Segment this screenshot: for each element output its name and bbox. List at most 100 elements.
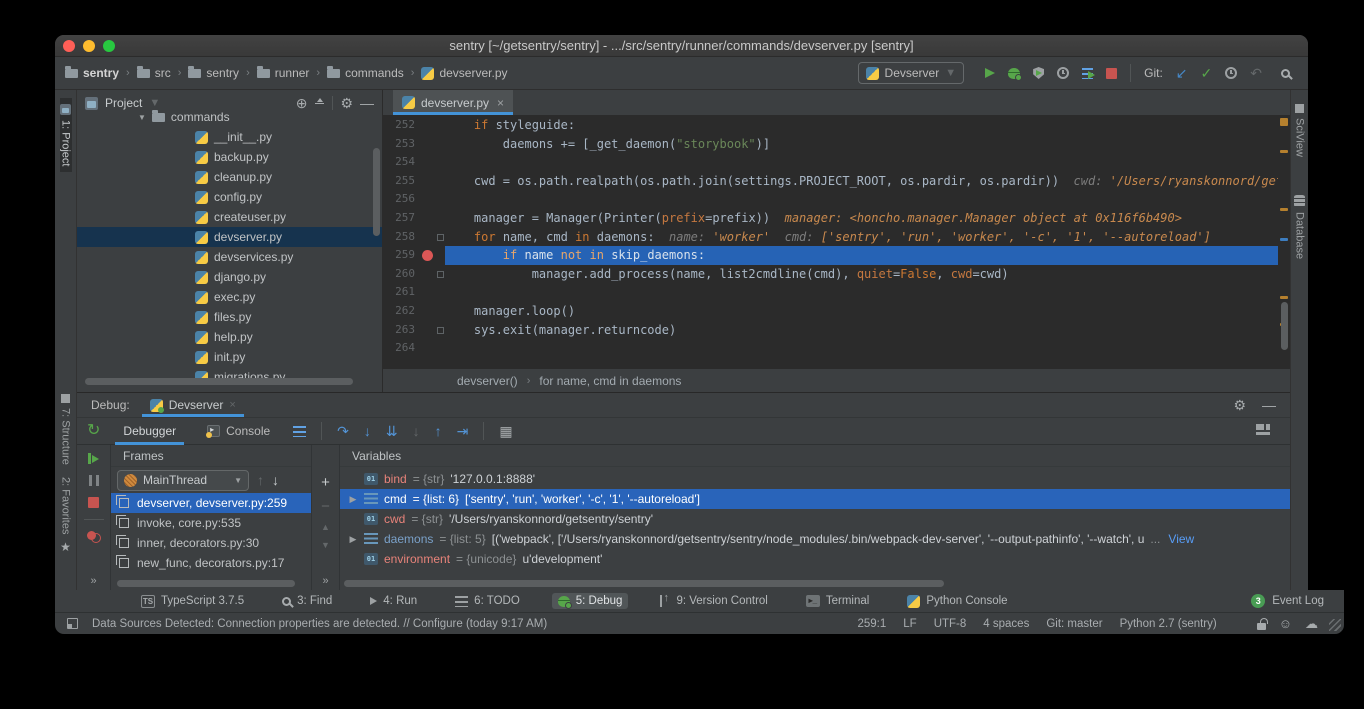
tree-row-file[interactable]: django.py [77, 267, 382, 287]
code-line[interactable]: 262 manager.loop() [383, 302, 1278, 321]
change-marker[interactable] [1280, 296, 1288, 299]
rerun-icon[interactable]: ↻ [87, 423, 100, 439]
variable-row[interactable]: 01cwd = {str} '/Users/ryanskonnord/getse… [340, 509, 1290, 529]
step-into-icon[interactable]: ↓ [364, 424, 371, 438]
project-vertical-scrollbar[interactable] [373, 148, 380, 236]
code-line[interactable]: 258 for name, cmd in daemons: name: 'wor… [383, 228, 1278, 247]
fold-marker[interactable] [437, 234, 444, 241]
tool-window-button-todo[interactable]: 6: TODO [449, 593, 526, 609]
code-line[interactable]: 263 sys.exit(manager.returncode) [383, 321, 1278, 340]
gutter[interactable]: 254 [383, 153, 445, 172]
more-icon[interactable]: » [322, 575, 328, 587]
thread-selector[interactable]: MainThread ▼ [117, 470, 249, 491]
breadcrumb-item[interactable]: src [137, 66, 171, 80]
expand-arrow-icon[interactable]: ▶ [348, 534, 358, 545]
profiler-button[interactable] [1057, 67, 1069, 79]
tree-row-file[interactable]: config.py [77, 187, 382, 207]
toggle-tool-windows-icon[interactable] [67, 618, 78, 629]
status-line-ending[interactable]: LF [903, 618, 916, 630]
close-icon[interactable]: × [229, 400, 235, 411]
tool-tab-sciview[interactable]: SciView [1294, 98, 1306, 163]
tree-row-file[interactable]: files.py [77, 307, 382, 327]
variables-horizontal-scrollbar[interactable] [344, 580, 944, 587]
code-line[interactable]: 264 [383, 339, 1278, 358]
tool-window-button-vcs[interactable]: 9: Version Control [654, 593, 773, 609]
title-bar[interactable]: sentry [~/getsentry/sentry] - .../src/se… [55, 35, 1308, 57]
breadcrumb-statement[interactable]: for name, cmd in daemons [539, 374, 681, 388]
evaluate-expression-icon[interactable]: ▦ [499, 424, 512, 438]
gutter[interactable]: 262 [383, 302, 445, 321]
status-indent-style[interactable]: 4 spaces [983, 618, 1029, 630]
run-configuration-select[interactable]: Devserver ▼ [858, 62, 965, 84]
tree-row-folder[interactable]: ▼commands [77, 107, 382, 127]
git-commit-icon[interactable]: ✓ [1201, 66, 1213, 80]
view-breakpoints-icon[interactable] [87, 531, 101, 543]
gear-icon[interactable]: ⚙ [1233, 398, 1246, 412]
editor-tab-devserver[interactable]: devserver.py × [393, 90, 513, 115]
frame-row[interactable]: new_func, decorators.py:17 [111, 553, 311, 573]
code-line[interactable]: 260 manager.add_process(name, list2cmdli… [383, 265, 1278, 284]
step-out-icon[interactable]: ↑ [435, 424, 442, 438]
tree-row-file[interactable]: help.py [77, 327, 382, 347]
hide-panel-icon[interactable]: — [1262, 398, 1276, 412]
frame-row[interactable]: invoke, core.py:535 [111, 513, 311, 533]
change-marker[interactable] [1280, 118, 1288, 126]
frame-up-icon[interactable]: ↑ [257, 473, 264, 487]
change-marker[interactable] [1280, 150, 1288, 153]
code-line[interactable]: 256 [383, 190, 1278, 209]
frame-row[interactable]: inner, decorators.py:30 [111, 533, 311, 553]
change-marker[interactable] [1280, 238, 1288, 241]
tool-tab-project[interactable]: 1: Project [60, 98, 72, 172]
debug-button[interactable] [1008, 68, 1020, 79]
gutter[interactable]: 264 [383, 339, 445, 358]
run-button[interactable] [985, 68, 995, 78]
tool-window-button-terminal[interactable]: ▸_Terminal [800, 593, 875, 609]
gutter[interactable]: 256 [383, 190, 445, 209]
run-to-cursor-icon[interactable]: ⇥ [457, 424, 469, 438]
gutter[interactable]: 258 [383, 228, 445, 247]
resize-grip[interactable] [1329, 619, 1341, 631]
variable-row[interactable]: 01bind = {str} '127.0.0.1:8888' [340, 469, 1290, 489]
stop-button[interactable] [1106, 68, 1117, 79]
tree-row-file[interactable]: __init__.py [77, 127, 382, 147]
status-git-branch[interactable]: Git: master [1046, 618, 1102, 630]
force-step-into-icon[interactable]: ⇊ [386, 424, 398, 438]
status-caret-position[interactable]: 259:1 [858, 618, 887, 630]
variable-row[interactable]: 01environment = {unicode} u'development' [340, 549, 1290, 569]
tree-row-file[interactable]: init.py [77, 347, 382, 367]
status-interpreter[interactable]: Python 2.7 (sentry) [1120, 618, 1217, 630]
close-icon[interactable]: × [497, 96, 504, 110]
gutter[interactable]: 253 [383, 135, 445, 154]
breadcrumb-item[interactable]: commands [327, 66, 404, 80]
tree-row-file[interactable]: createuser.py [77, 207, 382, 227]
code-editor[interactable]: 252 if styleguide:253 daemons += [_get_d… [383, 116, 1290, 368]
breadcrumb-item[interactable]: sentry [188, 66, 239, 80]
gutter[interactable]: 255 [383, 172, 445, 191]
notifications-icon[interactable]: ☁ [1305, 617, 1318, 630]
tree-row-file[interactable]: devserver.py [77, 227, 382, 247]
breadcrumb-item[interactable]: devserver.py [421, 66, 507, 80]
tool-window-button-ts[interactable]: TSTypeScript 3.7.5 [135, 593, 250, 610]
step-over-icon[interactable]: ↷ [337, 424, 349, 438]
editor-error-stripe[interactable] [1278, 116, 1290, 368]
change-marker[interactable] [1280, 208, 1288, 211]
fold-marker[interactable] [437, 327, 444, 334]
tool-window-button-search[interactable]: 3: Find [276, 593, 338, 609]
move-down-icon[interactable]: ▼ [321, 541, 330, 550]
fold-marker[interactable] [437, 271, 444, 278]
resume-icon[interactable] [88, 453, 99, 464]
editor-vertical-scrollbar[interactable] [1281, 302, 1288, 350]
coverage-button[interactable] [1033, 67, 1044, 79]
move-up-icon[interactable]: ▲ [321, 523, 330, 532]
tool-tab-structure[interactable]: 7: Structure [60, 388, 72, 471]
frame-row[interactable]: devserver, devserver.py:259 [111, 493, 311, 513]
variable-row[interactable]: ▶cmd = {list: 6} ['sentry', 'run', 'work… [340, 489, 1290, 509]
frame-down-icon[interactable]: ↓ [272, 473, 279, 487]
lock-icon[interactable] [1257, 623, 1266, 630]
tab-debugger[interactable]: Debugger [115, 417, 184, 445]
more-icon[interactable]: » [90, 575, 96, 587]
view-value-link[interactable]: View [1168, 532, 1194, 546]
tool-tab-database[interactable]: Database [1294, 189, 1306, 265]
status-message[interactable]: Data Sources Detected: Connection proper… [92, 618, 547, 630]
code-line[interactable]: 252 if styleguide: [383, 116, 1278, 135]
